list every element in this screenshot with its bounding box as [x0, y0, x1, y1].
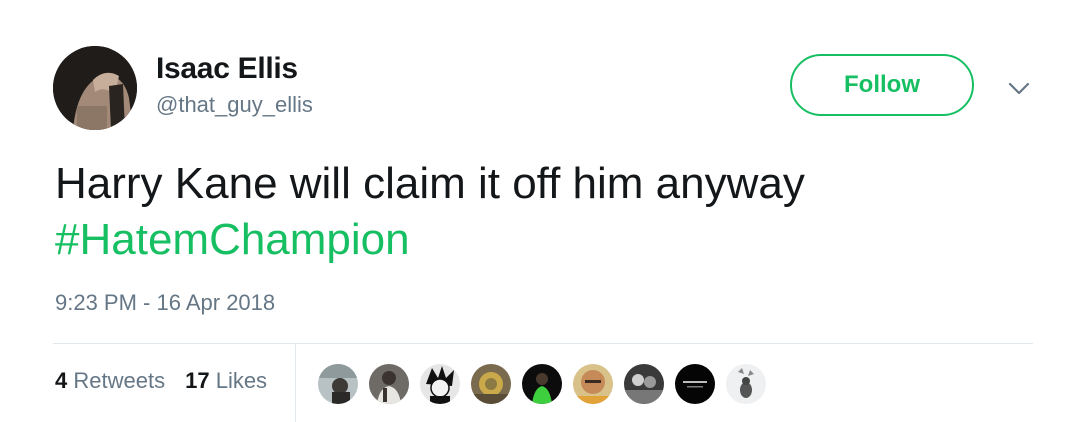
- liker-avatars: [316, 362, 775, 406]
- follow-button[interactable]: Follow: [790, 54, 974, 116]
- liker-avatar[interactable]: [724, 362, 768, 406]
- liker-avatar[interactable]: [673, 362, 717, 406]
- liker-avatar[interactable]: [367, 362, 411, 406]
- retweets-count: 4: [55, 368, 68, 393]
- likes-label: Likes: [215, 368, 268, 393]
- author-handle[interactable]: @that_guy_ellis: [156, 92, 313, 118]
- tweet-card: Isaac Ellis @that_guy_ellis Follow Harry…: [0, 0, 1089, 422]
- author-avatar[interactable]: [53, 46, 137, 130]
- liker-avatar[interactable]: [316, 362, 360, 406]
- hashtag-link[interactable]: #HatemChampion: [55, 215, 410, 264]
- divider: [53, 343, 1033, 344]
- tweet-text: Harry Kane will claim it off him anyway …: [55, 156, 1055, 268]
- tweet-stats: 4 Retweets 17 Likes: [55, 368, 267, 394]
- liker-avatar[interactable]: [520, 362, 564, 406]
- retweets-stat[interactable]: 4 Retweets: [55, 368, 165, 394]
- liker-avatar[interactable]: [622, 362, 666, 406]
- liker-avatar[interactable]: [418, 362, 462, 406]
- likes-count: 17: [185, 368, 210, 393]
- author-name[interactable]: Isaac Ellis: [156, 52, 298, 86]
- chevron-down-icon[interactable]: [1004, 74, 1034, 104]
- tweet-timestamp[interactable]: 9:23 PM - 16 Apr 2018: [55, 290, 275, 316]
- tweet-body: Harry Kane will claim it off him anyway: [55, 159, 805, 208]
- liker-avatar[interactable]: [469, 362, 513, 406]
- retweets-label: Retweets: [73, 368, 166, 393]
- stats-separator: [295, 344, 296, 422]
- likes-stat[interactable]: 17 Likes: [185, 368, 267, 394]
- liker-avatar[interactable]: [571, 362, 615, 406]
